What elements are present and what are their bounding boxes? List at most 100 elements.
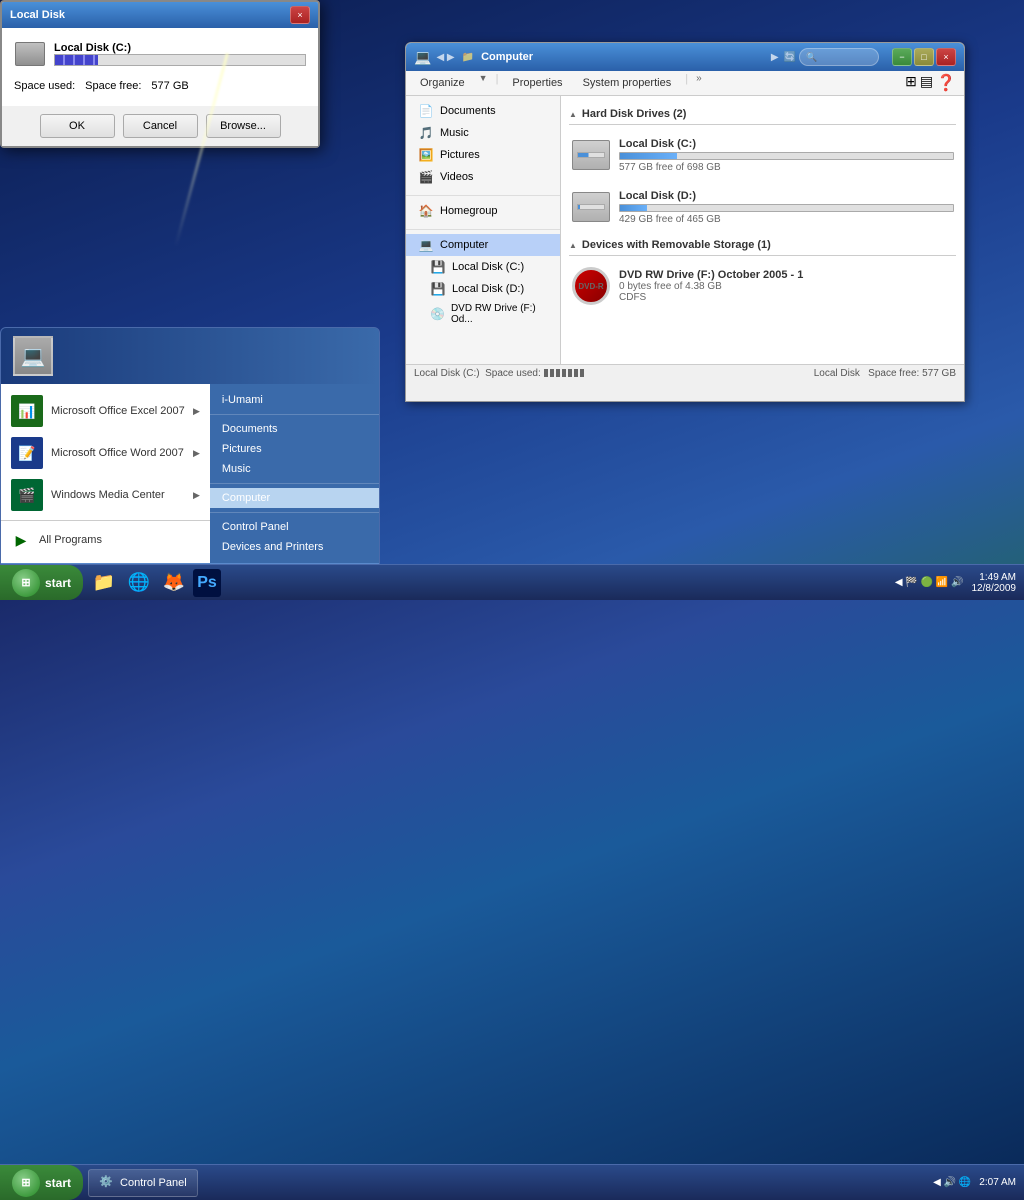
drive-d-info: Local Disk (D:) 429 GB free of 465 GB: [619, 190, 954, 225]
explorer-sysProps-btn[interactable]: System properties: [577, 73, 678, 93]
videos-icon: 🎬: [418, 169, 434, 185]
sidebar-item-music[interactable]: 🎵 Music: [406, 122, 560, 144]
right-item-music[interactable]: Music: [210, 459, 379, 479]
start-item-excel[interactable]: 📊 Microsoft Office Excel 2007 ▶: [1, 390, 210, 432]
explorer-titlebar: 💻 ◀ ▶ 📁 Computer ▶ 🔄 🔍 − □ ×: [406, 43, 964, 71]
explorer-status-free: Local Disk Space free: 577 GB: [814, 368, 956, 379]
right-item-computer[interactable]: Computer: [210, 488, 379, 508]
taskbar-bottom-tray: ◀ 🔊 🌐 2:07 AM: [925, 1177, 1024, 1188]
explorer-title: Computer: [481, 51, 768, 63]
start-menu-top-left: 📊 Microsoft Office Excel 2007 ▶ 📝 Micros…: [1, 384, 210, 563]
start-menu-top-header: 💻: [1, 328, 379, 384]
start-divider-top: [1, 520, 210, 521]
explorer-body: 📄 Documents 🎵 Music 🖼️ Pictures 🎬 Videos: [406, 96, 964, 364]
sidebar-item-local-d[interactable]: 💾 Local Disk (D:): [406, 278, 560, 300]
dialog-space-free-label: Space free:: [85, 80, 141, 92]
dialog-space-used-label: Space used:: [14, 80, 75, 92]
cp-taskbar-icon: ⚙️: [99, 1175, 115, 1191]
explorer-main: Hard Disk Drives (2) Local Disk (C:) 577…: [561, 96, 964, 364]
right-divider-3: [210, 512, 379, 513]
taskbar-top-folder-btn[interactable]: 📁: [88, 567, 120, 599]
bottom-tray-icons: ◀ 🔊 🌐: [933, 1177, 971, 1188]
drive-d-free: 429 GB free of 465 GB: [619, 214, 954, 225]
all-programs-icon: ▶: [11, 530, 31, 550]
taskbar-top-items: 📁 🌐 🦊 Ps: [88, 567, 887, 599]
taskbar-cp-item[interactable]: ⚙️ Control Panel: [88, 1169, 198, 1197]
taskbar-top: ⊞ start 📁 🌐 🦊 Ps ◀ 🏁 🟢 📶 🔊 1:49 AM 12/8/…: [0, 564, 1024, 600]
explorer-properties-btn[interactable]: Properties: [506, 73, 568, 93]
sidebar-item-local-c[interactable]: 💾 Local Disk (C:): [406, 256, 560, 278]
sidebar-item-videos[interactable]: 🎬 Videos: [406, 166, 560, 188]
right-divider-2: [210, 483, 379, 484]
top-clock-date: 12/8/2009: [972, 583, 1017, 594]
taskbar-top-firefox-btn[interactable]: 🦊: [158, 567, 190, 599]
sidebar-item-dvd[interactable]: 💿 DVD RW Drive (F:) Od...: [406, 300, 560, 328]
top-clock: 1:49 AM 12/8/2009: [972, 572, 1017, 594]
explorer-window: 💻 ◀ ▶ 📁 Computer ▶ 🔄 🔍 − □ × Organize: [405, 42, 965, 402]
sidebar-item-computer[interactable]: 💻 Computer: [406, 234, 560, 256]
sidebar-item-homegroup[interactable]: 🏠 Homegroup: [406, 200, 560, 222]
right-item-documents[interactable]: Documents: [210, 419, 379, 439]
sidebar-item-documents[interactable]: 📄 Documents: [406, 100, 560, 122]
explorer-minimize-btn[interactable]: −: [892, 48, 912, 66]
explorer-status: Local Disk (C:) Space used: Local Disk S…: [406, 364, 964, 382]
dvd-drive-item[interactable]: DVD-R DVD RW Drive (F:) October 2005 - 1…: [569, 262, 956, 310]
dialog-browse-btn[interactable]: Browse...: [206, 114, 281, 138]
right-item-devices[interactable]: Devices and Printers: [210, 537, 379, 557]
explorer-help-btn[interactable]: ❓: [936, 73, 956, 93]
bottom-start-label: start: [45, 1176, 71, 1190]
dialog-disk-icon: [14, 38, 46, 70]
explorer-view-tiles-btn[interactable]: ⊞: [905, 73, 917, 93]
disk-d-icon: 💾: [430, 281, 446, 297]
disk-c-icon: 💾: [430, 259, 446, 275]
bottom-clock: 2:07 AM: [979, 1177, 1016, 1188]
start-all-programs[interactable]: ▶ All Programs: [1, 525, 210, 555]
taskbar-top-ps-btn[interactable]: Ps: [193, 569, 221, 597]
start-menu-top-body: 📊 Microsoft Office Excel 2007 ▶ 📝 Micros…: [1, 384, 379, 563]
removable-header: Devices with Removable Storage (1): [569, 235, 956, 256]
start-item-wmc[interactable]: 🎬 Windows Media Center ▶: [1, 474, 210, 516]
dialog-title: Local Disk: [10, 9, 290, 21]
explorer-organize-btn[interactable]: Organize: [414, 73, 471, 93]
documents-icon: 📄: [418, 103, 434, 119]
explorer-maximize-btn[interactable]: □: [914, 48, 934, 66]
drive-d-item[interactable]: Local Disk (D:) 429 GB free of 465 GB: [569, 183, 956, 231]
drive-c-fill: [620, 153, 677, 159]
sidebar-item-pictures[interactable]: 🖼️ Pictures: [406, 144, 560, 166]
right-item-control-panel[interactable]: Control Panel: [210, 517, 379, 537]
drive-d-icon: [571, 187, 611, 227]
right-item-pictures[interactable]: Pictures: [210, 439, 379, 459]
disk-dialog: Local Disk × Local Disk (C:) Space used:: [0, 0, 320, 148]
top-start-label: start: [45, 576, 71, 590]
dialog-titlebar: Local Disk ×: [2, 2, 318, 28]
bottom-start-orb[interactable]: ⊞: [12, 1169, 40, 1197]
top-tray-icons: ◀ 🏁 🟢 📶 🔊: [895, 577, 964, 588]
explorer-menu-bar: Organize ▼ | Properties System propertie…: [406, 71, 964, 96]
explorer-sidebar: 📄 Documents 🎵 Music 🖼️ Pictures 🎬 Videos: [406, 96, 561, 364]
dialog-cancel-btn[interactable]: Cancel: [123, 114, 198, 138]
dialog-disk-details: Local Disk (C:): [54, 42, 306, 66]
right-item-iumami[interactable]: i-Umami: [210, 390, 379, 410]
dialog-close-btn[interactable]: ×: [290, 6, 310, 24]
top-start-orb[interactable]: ⊞: [12, 569, 40, 597]
explorer-close-btn[interactable]: ×: [936, 48, 956, 66]
drive-c-item[interactable]: Local Disk (C:) 577 GB free of 698 GB: [569, 131, 956, 179]
dvd-drive-info: DVD RW Drive (F:) October 2005 - 1 0 byt…: [619, 269, 954, 303]
dialog-ok-btn[interactable]: OK: [40, 114, 115, 138]
taskbar-bottom-start[interactable]: ⊞ start: [0, 1165, 83, 1200]
explorer-view-list-btn[interactable]: ▤: [920, 73, 933, 93]
start-item-word[interactable]: 📝 Microsoft Office Word 2007 ▶: [1, 432, 210, 474]
dialog-body: Local Disk (C:) Space used: Space free: …: [2, 28, 318, 106]
music-icon: 🎵: [418, 125, 434, 141]
drive-c-icon: [571, 135, 611, 175]
taskbar-top-start[interactable]: ⊞ start: [0, 565, 83, 600]
drive-c-free: 577 GB free of 698 GB: [619, 162, 954, 173]
taskbar-top-ie-btn[interactable]: 🌐: [123, 567, 155, 599]
hard-disks-header: Hard Disk Drives (2): [569, 104, 956, 125]
desktop: 💻 ◀ ▶ 📁 Computer ▶ 🔄 🔍 − □ × Organize: [0, 0, 1024, 1200]
dialog-controls: ×: [290, 6, 310, 24]
right-divider-1: [210, 414, 379, 415]
taskbar-bottom: ⊞ start ⚙️ Control Panel ◀ 🔊 🌐 2:07 AM: [0, 1164, 1024, 1200]
dvd-drive-icon: DVD-R: [571, 266, 611, 306]
drive-d-bar: [619, 204, 954, 212]
